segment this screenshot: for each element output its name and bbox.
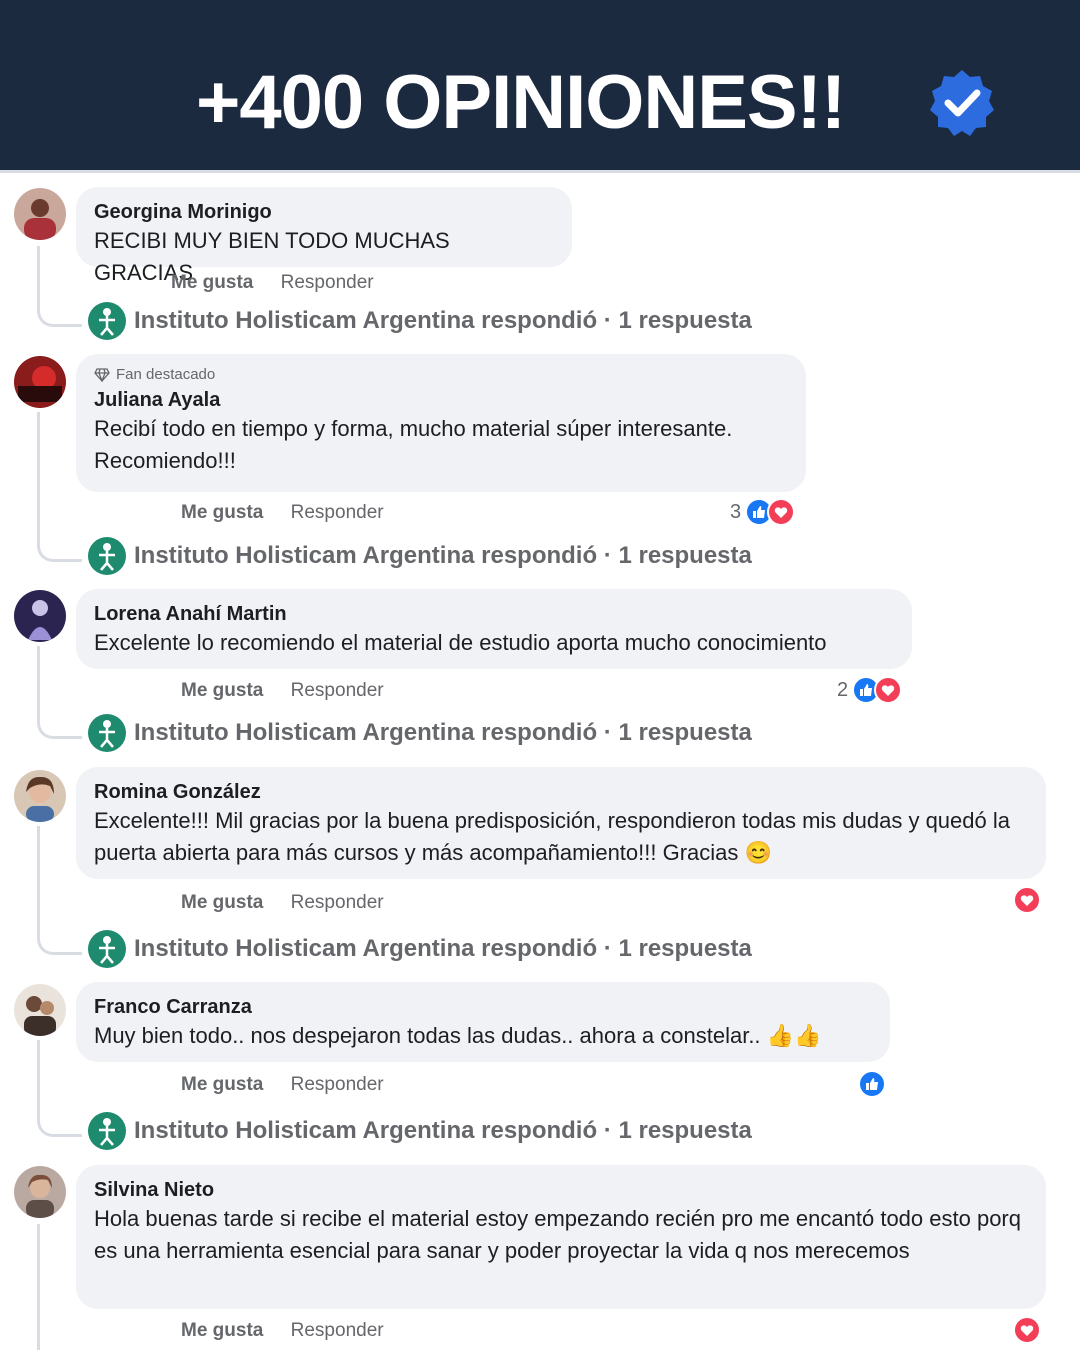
avatar[interactable] (14, 770, 66, 822)
replies-link[interactable]: Instituto Holisticam Argentina respondió… (88, 714, 752, 752)
reply-button[interactable]: Responder (291, 892, 384, 913)
replies-text[interactable]: Instituto Holisticam Argentina respondió… (134, 307, 752, 335)
like-button[interactable]: Me gusta (181, 1320, 263, 1341)
header-banner: +400 OPINIONES!! (0, 0, 1080, 170)
avatar[interactable] (14, 188, 66, 240)
page-avatar (88, 302, 126, 340)
like-button[interactable]: Me gusta (181, 892, 263, 913)
reactions-summary[interactable]: 3 (730, 498, 796, 526)
replies-text[interactable]: Instituto Holisticam Argentina respondió… (134, 542, 752, 570)
comment-actions: Me gusta Responder (171, 272, 396, 294)
comment-bubble: Georgina Morinigo RECIBI MUY BIEN TODO M… (76, 187, 572, 285)
page-avatar (88, 537, 126, 575)
thread-line (37, 646, 82, 739)
comment-text: Excelente lo recomiendo el material de e… (94, 630, 827, 655)
comment-actions: Me gusta Responder (181, 892, 406, 914)
diamond-icon (94, 367, 110, 382)
comment-author[interactable]: Silvina Nieto (94, 1177, 1028, 1203)
thread-line (37, 1224, 40, 1350)
like-button[interactable]: Me gusta (181, 1074, 263, 1095)
reactions-summary[interactable] (858, 1070, 886, 1098)
reaction-count: 3 (730, 500, 742, 523)
love-reaction-icon (1013, 886, 1041, 914)
love-reaction-icon (1013, 1316, 1041, 1344)
comment-bubble: Lorena Anahí Martin Excelente lo recomie… (76, 589, 912, 669)
reply-button[interactable]: Responder (291, 1320, 384, 1341)
reply-button[interactable]: Responder (291, 502, 384, 523)
avatar[interactable] (14, 984, 66, 1036)
page-avatar (88, 930, 126, 968)
reply-button[interactable]: Responder (291, 1074, 384, 1095)
avatar[interactable] (14, 356, 66, 408)
like-reaction-icon (858, 1070, 886, 1098)
reactions-summary[interactable]: 2 (837, 676, 903, 704)
comment-author[interactable]: Georgina Morinigo (94, 199, 554, 225)
reactions-summary[interactable] (1013, 886, 1041, 914)
replies-text[interactable]: Instituto Holisticam Argentina respondió… (134, 935, 752, 963)
comment-actions: Me gusta Responder (181, 1320, 406, 1342)
like-button[interactable]: Me gusta (181, 502, 263, 523)
header-divider (0, 170, 1080, 173)
comment-author[interactable]: Romina González (94, 779, 1028, 805)
replies-link[interactable]: Instituto Holisticam Argentina respondió… (88, 1112, 752, 1150)
love-reaction-icon (767, 498, 796, 526)
comment-actions: Me gusta Responder (181, 502, 406, 524)
comment-text: Hola buenas tarde si recibe el material … (94, 1206, 1021, 1263)
page-avatar (88, 1112, 126, 1150)
comment-text: Muy bien todo.. nos despejaron todas las… (94, 1023, 822, 1048)
like-button[interactable]: Me gusta (171, 272, 253, 293)
replies-link[interactable]: Instituto Holisticam Argentina respondió… (88, 930, 752, 968)
reaction-count: 2 (837, 678, 849, 701)
avatar[interactable] (14, 1166, 66, 1218)
replies-text[interactable]: Instituto Holisticam Argentina respondió… (134, 1117, 752, 1145)
reactions-summary[interactable] (1013, 1316, 1041, 1344)
comment-author[interactable]: Juliana Ayala (94, 387, 788, 413)
replies-link[interactable]: Instituto Holisticam Argentina respondió… (88, 537, 752, 575)
comment-bubble: Romina González Excelente!!! Mil gracias… (76, 767, 1046, 879)
comment-actions: Me gusta Responder (181, 1074, 406, 1096)
comment-bubble: Fan destacado Juliana Ayala Recibí todo … (76, 354, 806, 492)
comment-bubble: Silvina Nieto Hola buenas tarde si recib… (76, 1165, 1046, 1309)
comment-bubble: Franco Carranza Muy bien todo.. nos desp… (76, 982, 890, 1062)
thread-line (37, 1040, 82, 1137)
page-title: +400 OPINIONES!! (196, 60, 846, 145)
avatar[interactable] (14, 590, 66, 642)
comment-author[interactable]: Lorena Anahí Martin (94, 601, 894, 627)
verified-badge-icon (930, 70, 994, 136)
love-reaction-icon (874, 676, 903, 704)
replies-link[interactable]: Instituto Holisticam Argentina respondió… (88, 302, 752, 340)
comment-actions: Me gusta Responder (181, 680, 406, 702)
fan-label: Fan destacado (116, 366, 216, 383)
comment-author[interactable]: Franco Carranza (94, 994, 872, 1020)
thread-line (37, 246, 82, 327)
top-fan-badge: Fan destacado (94, 366, 788, 383)
like-button[interactable]: Me gusta (181, 680, 263, 701)
comment-text: Recibí todo en tiempo y forma, mucho mat… (94, 416, 733, 473)
page-avatar (88, 714, 126, 752)
reply-button[interactable]: Responder (281, 272, 374, 293)
replies-text[interactable]: Instituto Holisticam Argentina respondió… (134, 719, 752, 747)
reply-button[interactable]: Responder (291, 680, 384, 701)
comment-text: Excelente!!! Mil gracias por la buena pr… (94, 808, 1010, 865)
